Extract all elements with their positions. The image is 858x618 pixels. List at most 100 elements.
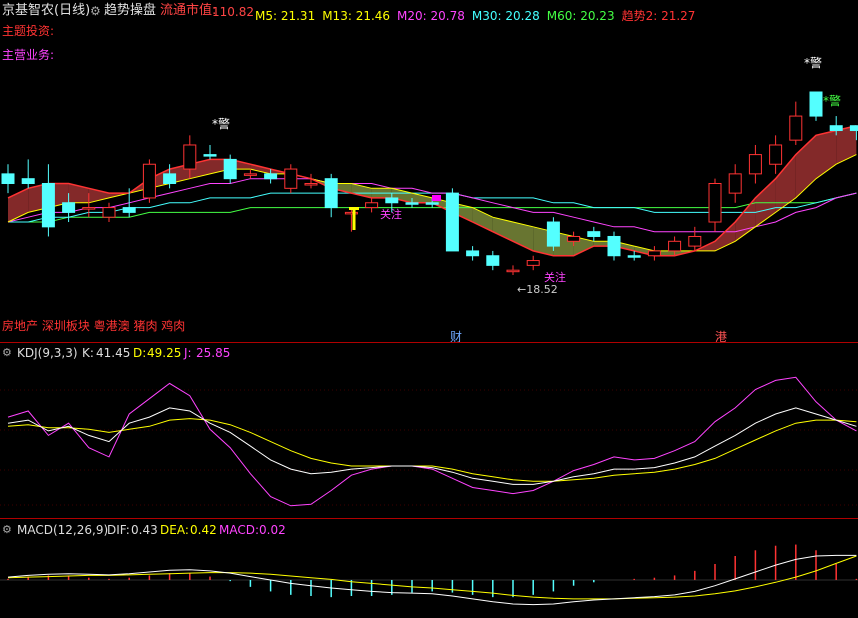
kdj-k-value: 41.45	[96, 346, 131, 360]
candle-body	[466, 250, 480, 257]
trend-band	[836, 125, 857, 165]
sector-tags[interactable]: 房地产 深圳板块 粤港澳 猪肉 鸡肉	[2, 319, 185, 333]
candle-body	[365, 202, 379, 209]
panel-divider	[0, 518, 858, 519]
ma-item-label: M5:	[255, 9, 278, 23]
ma-item-value: 21.46	[351, 9, 391, 23]
candle-body	[728, 173, 742, 194]
candle-body	[607, 235, 621, 257]
market-value: 110.82	[212, 5, 254, 19]
kdj-settings-gear-icon[interactable]: ⚙	[2, 346, 12, 360]
ma-item-value: 20.78	[426, 9, 465, 23]
warning-label: *警	[823, 94, 842, 108]
ma-item-value: 21.31	[277, 9, 316, 23]
ma-item-value: 21.27	[657, 9, 696, 23]
ma-item-label: 趋势2:	[621, 9, 658, 23]
ma-item-label: M20:	[397, 9, 427, 23]
signal-marker	[432, 195, 441, 201]
ma-item: M20: 20.78	[397, 9, 465, 23]
ma-item: M30: 20.28	[472, 9, 540, 23]
kdj-d-line	[7, 418, 857, 482]
ma-values-row: M5: 21.31 M13: 21.46 M20: 20.78 M30: 20.28 M…	[255, 5, 702, 24]
macd-dif-label: DIF:	[107, 523, 130, 537]
trend-band	[735, 197, 756, 242]
candle-body	[243, 173, 257, 176]
macd-dea-label: DEA:	[160, 523, 189, 537]
market-value-label: 流通市值:	[160, 3, 217, 18]
ma-item-label: M30:	[471, 9, 502, 23]
ma-item: 趋势2: 21.27	[622, 9, 696, 23]
candle-body	[304, 183, 318, 186]
candle-body	[284, 168, 298, 189]
topic-label: 主题投资:	[2, 24, 55, 38]
macd-title[interactable]: MACD(12,26,9)	[17, 523, 108, 537]
focus-label: 关注	[380, 208, 402, 221]
candle-body	[62, 202, 76, 213]
candle-body	[546, 221, 560, 247]
candle-body	[486, 255, 500, 266]
trend-band	[472, 207, 493, 232]
chart-svg	[0, 91, 858, 606]
ma-item: M13: 21.46	[322, 9, 390, 23]
ma-item: M60: 20.23	[547, 9, 615, 23]
macd-hist-value: 0.02	[259, 523, 286, 537]
ma-item-value: 20.28	[501, 9, 540, 23]
candle-body	[385, 197, 399, 204]
macd-settings-gear-icon[interactable]: ⚙	[2, 523, 12, 537]
ma-item-label: M13:	[322, 9, 352, 23]
candle-body	[769, 144, 783, 165]
candle-body	[789, 115, 803, 141]
warning-label: *警	[212, 117, 231, 131]
warning-label: *警	[804, 56, 823, 70]
kdj-d-value: 49.25	[147, 346, 182, 360]
candle-body	[627, 255, 641, 258]
candle-body	[506, 269, 520, 273]
candle-body	[829, 125, 843, 132]
candle-body	[324, 178, 338, 209]
candle-body	[526, 260, 540, 266]
candle-body	[183, 144, 197, 170]
kdj-j-label: J:	[184, 346, 192, 360]
ma-item-label: M60:	[546, 9, 577, 23]
candle-body	[163, 173, 177, 185]
candle-body	[849, 125, 858, 132]
kdj-title[interactable]: KDJ(9,3,3)	[17, 346, 78, 360]
candle-body	[102, 207, 116, 218]
macd-dif-value: 0.43	[131, 523, 158, 537]
candle-body	[748, 154, 762, 175]
low-price-label: ←18.52	[517, 283, 558, 296]
trend-band	[412, 193, 433, 203]
candle-body	[1, 173, 15, 185]
macd-hist-label: MACD:	[219, 523, 260, 537]
ma-item-value: 20.23	[576, 9, 615, 23]
candle-body	[21, 178, 35, 184]
indicator-name[interactable]: 趋势操盘	[104, 4, 156, 18]
candle-body	[142, 163, 156, 199]
panel-divider	[0, 342, 858, 343]
stock-name[interactable]: 京基智农(日线)	[2, 4, 90, 18]
settings-gear-icon[interactable]: ⚙	[90, 4, 101, 18]
candle-body	[425, 202, 439, 205]
kdj-d-label: D:	[133, 346, 147, 360]
macd-dea-value: 0.42	[190, 523, 217, 537]
macd-dea-line	[7, 555, 857, 600]
business-label: 主营业务:	[2, 48, 55, 62]
candle-body	[445, 192, 459, 252]
candle-body	[82, 207, 96, 210]
candle-body	[567, 235, 581, 242]
kdj-j-line	[7, 376, 857, 507]
chart-stage	[0, 0, 858, 614]
candle-body	[344, 211, 358, 215]
candle-body	[203, 154, 217, 157]
candle-body	[405, 202, 419, 205]
kdj-k-line	[7, 407, 857, 485]
kdj-j-value: 25.85	[196, 346, 231, 360]
candle-body	[41, 183, 55, 228]
candle-body	[809, 91, 823, 117]
candle-body	[668, 240, 682, 252]
candle-body	[122, 207, 136, 213]
candle-body	[647, 250, 661, 257]
candle-body	[587, 231, 601, 237]
candle-body	[264, 173, 278, 180]
kdj-k-label: K:	[82, 346, 94, 360]
